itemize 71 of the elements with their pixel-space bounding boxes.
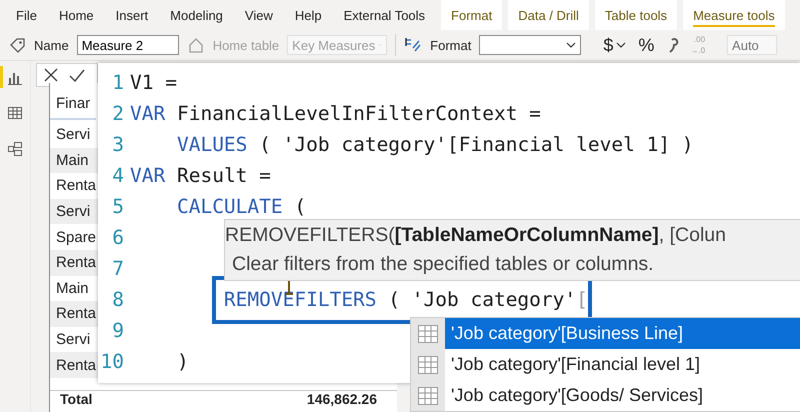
ribbon-tab[interactable]: Home — [48, 0, 104, 30]
line-number: 3 — [111, 132, 124, 158]
code-text: ( 'Job category'[Financial level 1] ) — [259, 133, 694, 156]
ribbon-tab[interactable]: Measure tools — [683, 0, 785, 30]
suggestion-item[interactable]: 'Job category'[Financial level 1] — [445, 349, 800, 380]
format-dropdown[interactable] — [479, 35, 582, 55]
ribbon-tab[interactable]: File — [6, 0, 47, 30]
ribbon-tab[interactable]: External Tools — [334, 0, 436, 30]
line-number: 10 — [100, 349, 124, 375]
line-number: 2 — [111, 101, 124, 127]
chevron-down-icon — [616, 41, 626, 49]
line-number: 6 — [111, 225, 124, 251]
tag-icon — [8, 36, 26, 54]
model-icon — [6, 140, 24, 158]
home-icon — [186, 36, 205, 54]
code-keyword: REMOVEFILTERS — [224, 288, 377, 311]
line-number: 7 — [111, 256, 124, 282]
code-text: Result = — [176, 164, 271, 187]
table-cell: Servi — [56, 203, 90, 220]
code-text: [ — [576, 288, 588, 311]
ribbon-tab[interactable]: Table tools — [594, 0, 678, 30]
table-cell: Main — [56, 152, 89, 169]
chevron-down-icon — [566, 41, 576, 49]
code-text: ( — [294, 195, 306, 218]
table-cell: Renta — [56, 177, 96, 194]
code-text: ( 'Job category' — [388, 288, 576, 311]
signature-text: REMOVEFILTERS([TableNameOrColumnName], [Colun — [225, 224, 727, 247]
table-cell: Renta — [56, 356, 96, 374]
format-label: Format — [430, 38, 472, 52]
home-table-label: Home table — [212, 38, 280, 52]
ribbon-tab[interactable]: Insert — [106, 0, 158, 30]
code-text: FinancialLevelInFilterContext = — [176, 102, 541, 125]
total-value: 146,862.26 — [306, 390, 377, 407]
column-icon — [417, 386, 439, 406]
percent-button[interactable]: % — [636, 34, 656, 56]
column-icon — [417, 354, 439, 374]
ribbon-tab[interactable]: Help — [284, 0, 332, 30]
line-number: 5 — [111, 194, 124, 220]
close-icon[interactable] — [43, 67, 59, 83]
code-keyword: CALCULATE — [176, 195, 283, 218]
ribbon-tab[interactable]: Data / Drill — [508, 0, 589, 30]
line-number: 4 — [111, 163, 124, 189]
currency-button[interactable]: $ — [601, 34, 628, 56]
column-header: Finar — [50, 89, 96, 120]
code-keyword: VALUES — [176, 133, 248, 156]
table-cell: Renta — [56, 254, 96, 272]
ribbon-tab[interactable]: Format — [441, 0, 502, 30]
table-cell: Renta — [56, 305, 96, 322]
table-cell: Servi — [56, 331, 90, 348]
table-cell: Main — [56, 280, 89, 297]
code-text: ) — [176, 350, 189, 373]
check-icon[interactable] — [69, 67, 85, 83]
total-label: Total — [60, 390, 92, 407]
code-text: V1 = — [130, 71, 177, 94]
description-text: Clear filters from the specified tables or columns. — [231, 253, 655, 276]
format-icon — [404, 36, 422, 54]
table-cell: Servi — [56, 126, 90, 144]
code-keyword: VAR — [130, 164, 166, 187]
table-grid-icon — [6, 104, 24, 122]
name-field[interactable]: Measure 2 — [76, 35, 179, 55]
suggestion-item[interactable]: 'Job category'[Goods/ Services] — [445, 380, 800, 411]
table-cell: Spare — [56, 228, 96, 246]
ribbon-tab[interactable]: Modeling — [160, 0, 233, 30]
line-number: 9 — [111, 318, 124, 344]
code-keyword: VAR — [130, 102, 166, 125]
ribbon-tab[interactable]: View — [234, 0, 283, 30]
line-number: 8 — [111, 287, 124, 313]
line-number: 1 — [111, 70, 124, 96]
column-icon — [417, 324, 439, 344]
suggestion-item[interactable]: 'Job category'[Business Line] — [445, 318, 800, 349]
name-label: Name — [34, 38, 69, 52]
